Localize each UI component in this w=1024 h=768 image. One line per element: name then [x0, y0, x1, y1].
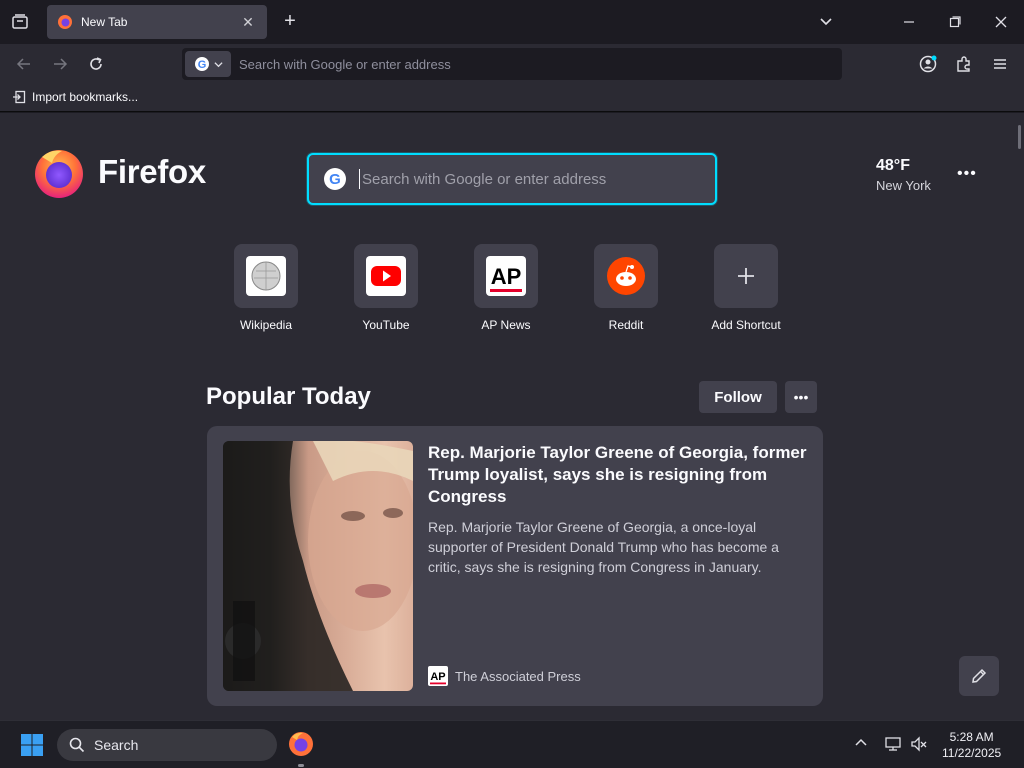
new-tab-button[interactable]: + — [279, 10, 301, 34]
add-shortcut-button[interactable]: Add Shortcut — [696, 244, 796, 332]
reload-icon[interactable] — [84, 52, 108, 76]
svg-text:G: G — [329, 171, 341, 188]
network-icon[interactable] — [884, 735, 902, 758]
story-card[interactable]: Rep. Marjorie Taylor Greene of Georgia, … — [207, 426, 823, 706]
shortcut-label: Reddit — [608, 318, 644, 332]
google-icon: G — [194, 57, 209, 71]
story-source-name: The Associated Press — [455, 668, 581, 684]
section-more-icon[interactable]: ••• — [785, 381, 817, 413]
tab-title: New Tab — [81, 15, 128, 29]
shortcut-label: Add Shortcut — [711, 318, 781, 332]
clock-date: 11/22/2025 — [942, 746, 1002, 760]
follow-button[interactable]: Follow — [699, 381, 777, 413]
shortcut-youtube[interactable]: YouTube — [336, 244, 436, 332]
taskbar-firefox-icon[interactable] — [288, 731, 314, 762]
hero-search-input[interactable]: G Search with Google or enter address — [307, 153, 717, 205]
taskbar-clock[interactable]: 5:28 AM 11/22/2025 — [942, 729, 1001, 761]
ap-news-icon: AP — [486, 256, 526, 296]
shortcut-label: AP News — [481, 318, 531, 332]
windows-taskbar: Search 5:28 AM 11/22/2025 — [0, 720, 1024, 768]
import-bookmarks-label: Import bookmarks... — [32, 90, 139, 104]
weather-more-icon[interactable]: ••• — [957, 165, 977, 183]
taskbar-search-input[interactable]: Search — [57, 729, 277, 761]
maximize-button[interactable] — [941, 8, 969, 36]
story-description: Rep. Marjorie Taylor Greene of Georgia, … — [428, 519, 779, 575]
import-bookmarks-button[interactable]: Import bookmarks... — [12, 90, 138, 104]
title-bar: New Tab ✕ + — [0, 0, 1024, 44]
story-source: AP The Associated Press — [428, 666, 581, 686]
firefox-wordmark: Firefox — [98, 153, 206, 190]
tab-overview-icon[interactable] — [8, 10, 32, 34]
extensions-icon[interactable] — [952, 52, 976, 76]
clock-time: 5:28 AM — [949, 730, 994, 744]
url-bar-placeholder: Search with Google or enter address — [239, 56, 451, 72]
popular-today-heading: Popular Today — [206, 383, 371, 410]
forward-icon[interactable] — [48, 52, 72, 76]
weather-city: New York — [876, 178, 931, 193]
shortcut-label: Wikipedia — [239, 318, 293, 332]
svg-text:AP: AP — [491, 264, 522, 289]
running-indicator — [298, 764, 304, 767]
tab-close-icon[interactable]: ✕ — [239, 14, 257, 31]
reddit-icon — [607, 257, 645, 295]
customize-pencil-icon[interactable] — [959, 656, 999, 696]
ap-source-icon: AP — [428, 666, 448, 686]
url-bar[interactable]: G Search with Google or enter address — [182, 48, 842, 80]
google-icon: G — [324, 168, 346, 190]
wikipedia-icon — [246, 256, 286, 296]
show-hidden-icons-chevron-icon[interactable] — [853, 735, 869, 756]
list-all-tabs-chevron-icon[interactable] — [812, 8, 840, 36]
volume-muted-icon[interactable] — [910, 735, 928, 758]
windows-start-icon[interactable] — [20, 733, 44, 762]
taskbar-search-label: Search — [94, 737, 139, 753]
firefox-favicon-icon — [58, 15, 72, 29]
firefox-logo-icon — [35, 150, 83, 198]
minimize-button[interactable] — [895, 8, 923, 36]
search-icon — [69, 737, 85, 753]
plus-icon — [738, 268, 754, 284]
chevron-down-icon — [213, 61, 223, 67]
shortcut-wikipedia[interactable]: Wikipedia — [216, 244, 316, 332]
menu-hamburger-icon[interactable] — [988, 52, 1012, 76]
weather-widget[interactable]: 48°F New York — [876, 157, 931, 193]
scrollbar-thumb[interactable] — [1018, 125, 1021, 149]
search-engine-button[interactable]: G — [185, 51, 231, 77]
new-tab-page: Firefox G Search with Google or enter ad… — [0, 113, 1024, 720]
youtube-icon — [366, 256, 406, 296]
story-image — [223, 441, 413, 691]
tab-new-tab[interactable]: New Tab ✕ — [47, 5, 267, 39]
shortcut-reddit[interactable]: Reddit — [576, 244, 676, 332]
account-icon[interactable] — [916, 52, 940, 76]
import-icon — [13, 90, 26, 104]
hero-search-placeholder: Search with Google or enter address — [362, 170, 607, 188]
navigation-bar: G Search with Google or enter address — [0, 44, 1024, 84]
shortcut-label: YouTube — [362, 318, 410, 332]
shortcut-ap-news[interactable]: AP AP News — [456, 244, 556, 332]
svg-text:G: G — [197, 59, 206, 71]
firefox-logo: Firefox — [32, 145, 206, 199]
text-caret — [359, 169, 360, 189]
close-window-button[interactable] — [987, 8, 1015, 36]
back-icon[interactable] — [12, 52, 36, 76]
svg-text:AP: AP — [430, 671, 445, 683]
bookmarks-bar: Import bookmarks... — [0, 84, 1024, 112]
weather-temperature: 48°F — [876, 157, 910, 174]
story-headline[interactable]: Rep. Marjorie Taylor Greene of Georgia, … — [428, 442, 808, 508]
